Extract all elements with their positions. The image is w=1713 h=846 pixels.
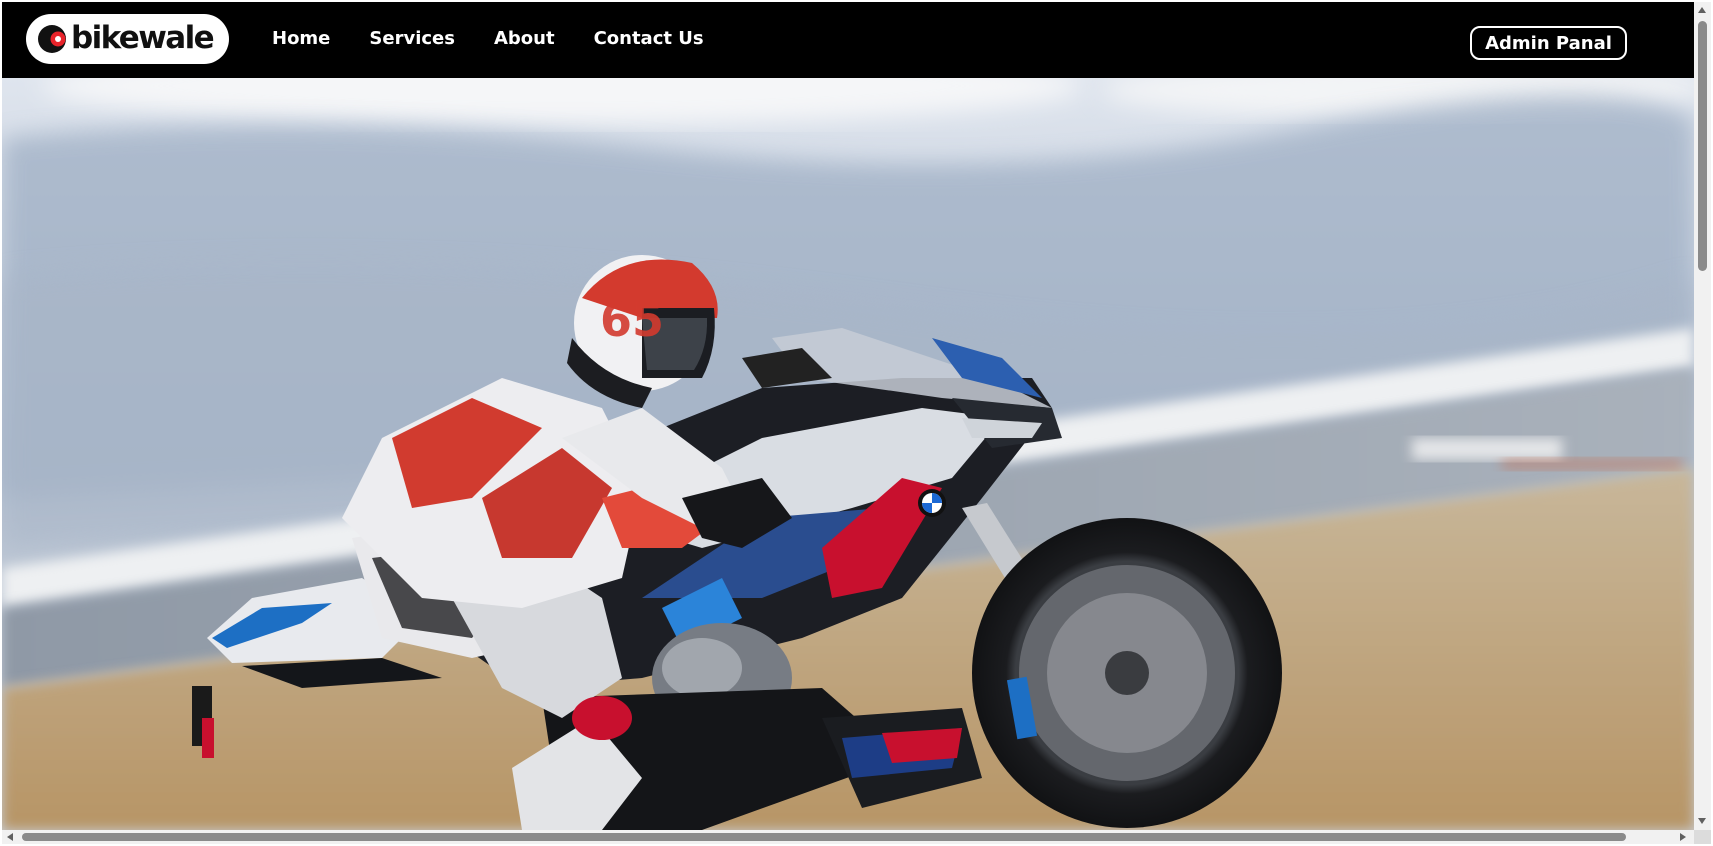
- admin-panel-button[interactable]: Admin Panal: [1470, 26, 1627, 60]
- scrollbar-corner: [1694, 830, 1711, 844]
- scroll-up-arrow-icon[interactable]: [1698, 7, 1706, 13]
- bikewale-logo-icon: [38, 25, 66, 53]
- scroll-right-arrow-icon[interactable]: [1680, 833, 1686, 841]
- navbar: bikewale Home Services About Contact Us …: [2, 2, 1694, 78]
- vertical-scrollbar-thumb[interactable]: [1698, 21, 1707, 271]
- motorcycle-racer-photo: 65: [2, 78, 1694, 830]
- nav-link-about[interactable]: About: [494, 30, 555, 48]
- nav-link-services[interactable]: Services: [369, 30, 455, 48]
- scroll-left-arrow-icon[interactable]: [7, 833, 13, 841]
- hero-image: 65: [2, 78, 1694, 830]
- vertical-scrollbar[interactable]: [1694, 2, 1711, 830]
- logo-text: bikewale: [71, 19, 215, 56]
- main-nav: Home Services About Contact Us: [272, 30, 743, 48]
- svg-text:65: 65: [600, 293, 664, 347]
- nav-link-home[interactable]: Home: [272, 30, 330, 48]
- horizontal-scrollbar-thumb[interactable]: [22, 833, 1626, 841]
- browser-viewport: bikewale Home Services About Contact Us …: [2, 2, 1694, 830]
- scroll-down-arrow-icon[interactable]: [1698, 818, 1706, 824]
- horizontal-scrollbar[interactable]: [2, 830, 1694, 844]
- nav-link-contact-us[interactable]: Contact Us: [594, 30, 704, 48]
- brand-logo[interactable]: bikewale: [26, 14, 229, 64]
